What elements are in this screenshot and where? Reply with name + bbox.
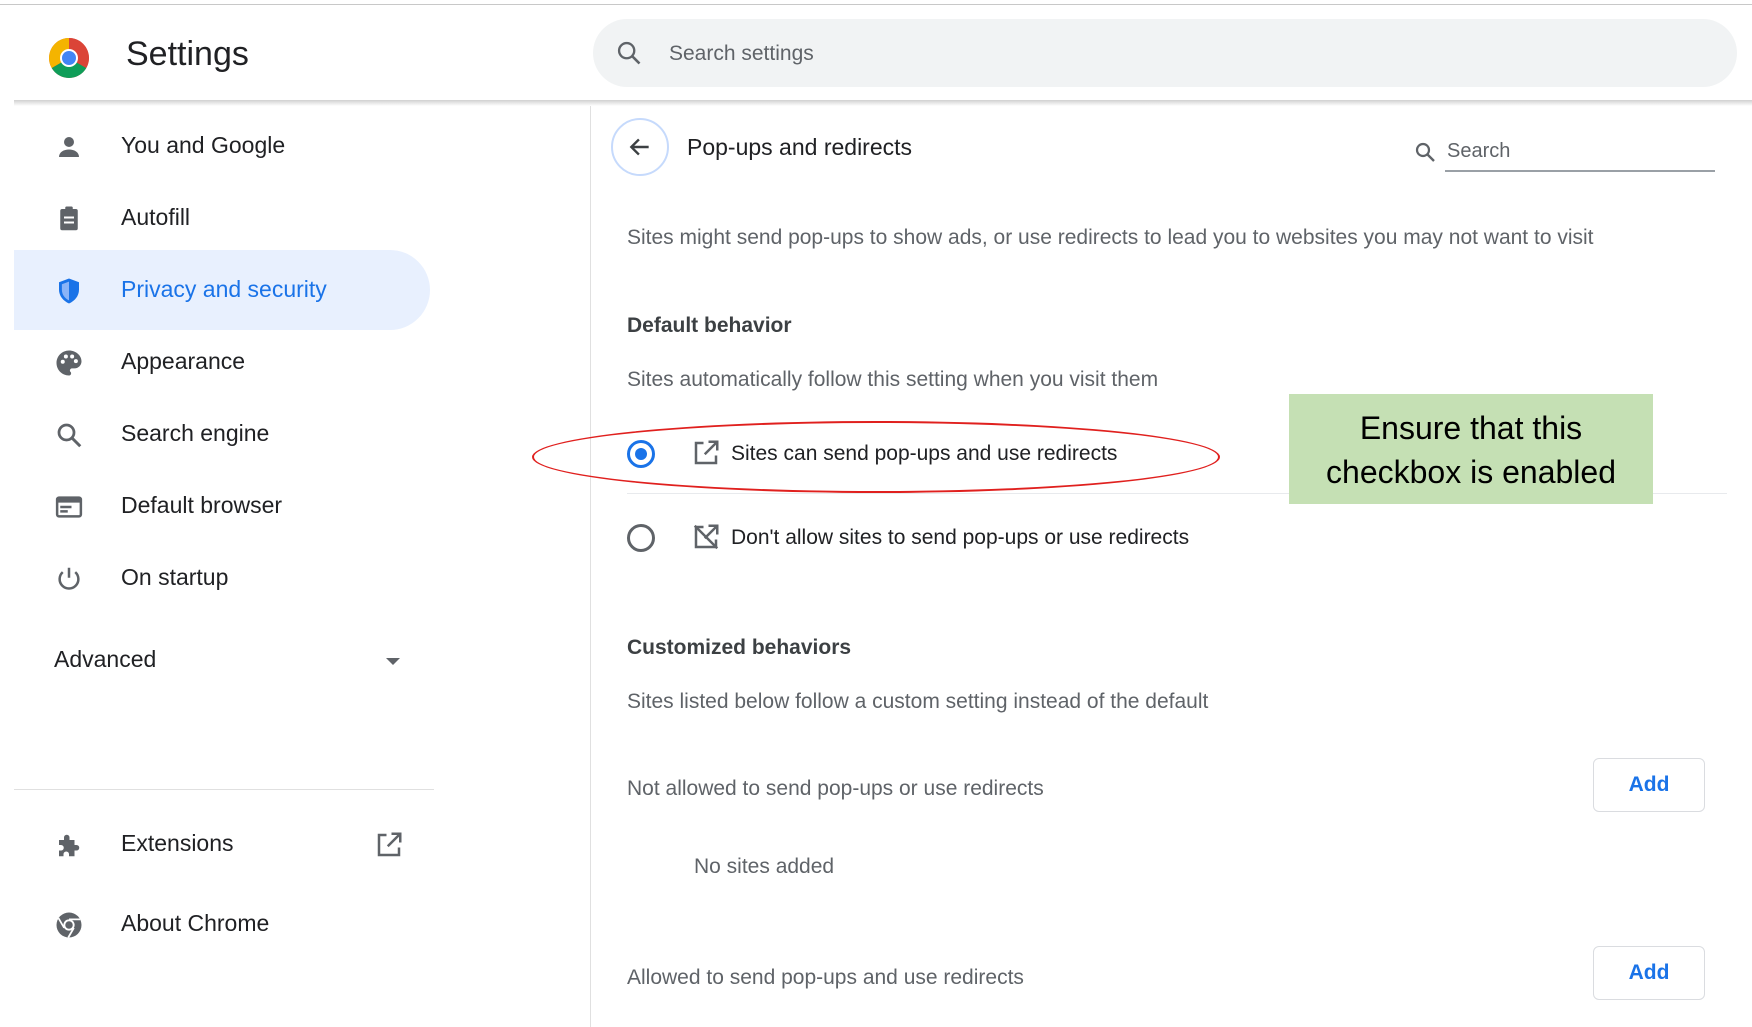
clipboard-icon [60, 206, 78, 231]
arrow-back-icon [629, 138, 649, 156]
main-content: Pop-ups and redirects Sites might send p… [591, 106, 1752, 1027]
sidebar-item-label: Autofill [121, 204, 191, 230]
customized-behaviors-heading: Customized behaviors [627, 636, 852, 659]
annotation-callout: Ensure that this checkbox is enabled [1289, 394, 1653, 504]
app-title: Settings [126, 35, 249, 73]
sidebar-item-label: Extensions [121, 830, 234, 856]
sidebar-item-privacy-and-security[interactable]: Privacy and security [14, 250, 430, 330]
sidebar-advanced-toggle[interactable]: Advanced [14, 622, 430, 702]
option-label: Sites can send pop-ups and use redirects [731, 442, 1118, 465]
sidebar-item-extensions[interactable]: Extensions [14, 804, 430, 884]
customized-behaviors-subtitle: Sites listed below follow a custom setti… [627, 690, 1209, 713]
sidebar-item-label: You and Google [121, 132, 286, 158]
page-search[interactable] [1403, 126, 1715, 176]
sidebar-item-label: Privacy and security [121, 276, 327, 302]
add-not-allowed-site-button[interactable]: Add [1593, 758, 1705, 812]
settings-search-input[interactable] [667, 33, 1711, 75]
search-icon [617, 41, 641, 65]
power-icon [58, 567, 80, 590]
settings-header: Settings [0, 5, 1752, 101]
radio-block-popups[interactable] [627, 524, 655, 552]
sidebar-item-label: Search engine [121, 420, 270, 446]
palette-icon [56, 350, 82, 376]
sidebar-item-label: Default browser [121, 492, 283, 518]
caret-down-icon [386, 658, 400, 665]
default-behavior-heading: Default behavior [627, 314, 792, 337]
settings-search-bar[interactable] [593, 19, 1737, 87]
sidebar-item-label: On startup [121, 564, 229, 590]
browser-window-icon [55, 496, 83, 518]
not-allowed-list-label: Not allowed to send pop-ups or use redir… [627, 777, 1044, 800]
sidebar-item-appearance[interactable]: Appearance [14, 322, 430, 402]
page-title: Pop-ups and redirects [687, 134, 913, 160]
back-button[interactable] [611, 118, 669, 176]
sidebar: You and Google Autofill Privacy and secu… [0, 106, 440, 1027]
chrome-logo-icon [49, 38, 89, 78]
puzzle-piece-icon [59, 834, 80, 857]
open-in-new-icon [377, 832, 402, 857]
add-allowed-site-button[interactable]: Add [1593, 946, 1705, 1000]
no-sites-added: No sites added [694, 855, 835, 878]
sidebar-divider [14, 789, 434, 790]
page-description: Sites might send pop-ups to show ads, or… [627, 226, 1594, 249]
option-label: Don't allow sites to send pop-ups or use… [731, 526, 1190, 549]
blocked-popup-icon [693, 524, 719, 550]
page-search-input[interactable] [1445, 132, 1715, 172]
default-behavior-subtitle: Sites automatically follow this setting … [627, 368, 1159, 391]
open-in-new-icon [694, 440, 719, 465]
sidebar-item-autofill[interactable]: Autofill [14, 178, 430, 258]
chrome-icon [56, 912, 82, 938]
person-icon [59, 137, 79, 157]
radio-allow-popups[interactable] [627, 440, 655, 468]
sidebar-item-about-chrome[interactable]: About Chrome [14, 884, 430, 964]
search-icon [1415, 142, 1435, 162]
search-icon [57, 423, 82, 448]
sidebar-item-label: About Chrome [121, 910, 270, 936]
sidebar-item-search-engine[interactable]: Search engine [14, 394, 430, 474]
allowed-list-label: Allowed to send pop-ups and use redirect… [627, 966, 1024, 989]
sidebar-item-label: Appearance [121, 348, 246, 374]
shield-icon [59, 278, 79, 304]
sidebar-item-you-and-google[interactable]: You and Google [14, 106, 430, 186]
option-block-popups[interactable]: Don't allow sites to send pop-ups or use… [627, 508, 1727, 568]
sidebar-item-default-browser[interactable]: Default browser [14, 466, 430, 546]
sidebar-item-on-startup[interactable]: On startup [14, 538, 430, 618]
sidebar-advanced-label: Advanced [54, 646, 157, 672]
